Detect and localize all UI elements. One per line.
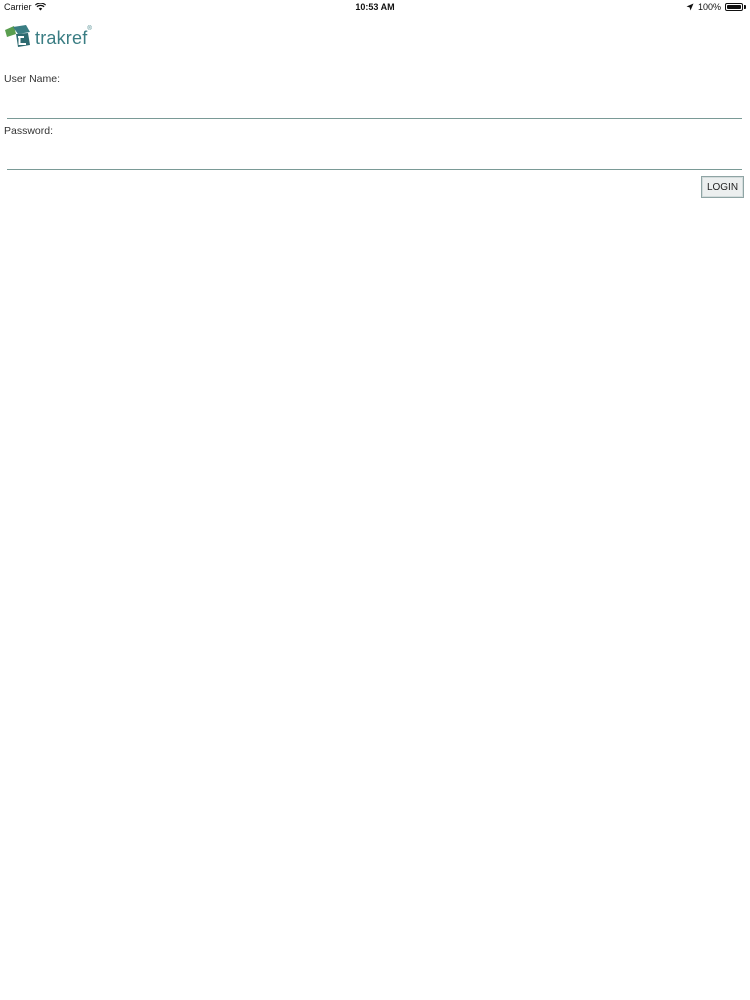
battery-level-fill — [727, 5, 741, 9]
password-input[interactable] — [7, 146, 742, 170]
password-label: Password: — [4, 125, 54, 137]
clock-label: 10:53 AM — [355, 2, 395, 12]
logo-registered-mark: ® — [87, 26, 92, 32]
login-button[interactable]: LOGIN — [701, 176, 744, 198]
logo-wordmark: trakref — [35, 28, 88, 48]
location-arrow-icon — [686, 3, 694, 11]
battery-percent: 100% — [697, 2, 721, 12]
username-label: User Name: — [4, 73, 61, 85]
trakref-logo-mark-icon — [4, 24, 32, 53]
username-input[interactable] — [7, 95, 742, 119]
battery-tip — [744, 5, 746, 9]
battery-icon — [725, 3, 743, 11]
status-bar-right: 100% — [686, 2, 746, 12]
trakref-logo: trakref ® — [4, 24, 92, 53]
status-bar: Carrier 10:53 AM 100% — [0, 0, 750, 16]
